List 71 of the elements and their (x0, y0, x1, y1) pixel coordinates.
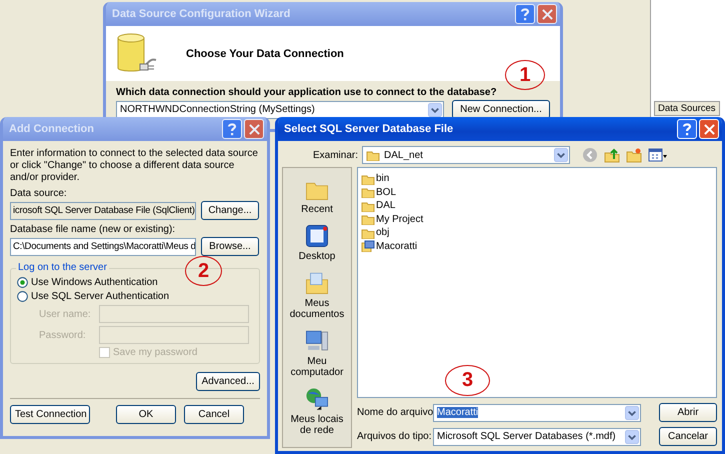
step-marker: 2 (185, 256, 222, 286)
file-item[interactable]: obj (361, 226, 713, 240)
data-source-field: icrosoft SQL Server Database File (SqlClient) (10, 202, 196, 220)
documents-icon (304, 270, 330, 296)
group-title: Log on to the server (16, 262, 109, 273)
network-icon (304, 386, 330, 412)
folder-icon (361, 186, 375, 198)
file-item[interactable]: DAL (361, 199, 713, 212)
back-icon[interactable] (582, 147, 598, 163)
folder-icon (366, 149, 380, 161)
field-label: User name: (39, 308, 92, 320)
places-item[interactable]: Recent (284, 176, 350, 215)
file-name: DAL (376, 200, 396, 212)
close-button[interactable] (699, 119, 719, 139)
step-marker: 1 (505, 60, 545, 90)
window-title: Data Source Configuration Wizard (112, 8, 292, 20)
file-name-field[interactable]: Macoratti (433, 404, 641, 422)
place-label: Meu computador (290, 356, 344, 378)
close-icon (704, 124, 714, 134)
file-type-dropdown[interactable]: Microsoft SQL Server Databases (*.mdf) (433, 428, 641, 446)
folder-icon (361, 213, 375, 226)
field-label: Which data connection should your application use to connect to the database? (116, 87, 498, 98)
file-name: obj (376, 227, 390, 238)
checkbox-label: Save my password (113, 347, 198, 358)
file-item[interactable]: bin (361, 172, 713, 186)
help-button[interactable] (677, 119, 697, 139)
folder-icon (361, 200, 375, 212)
step-marker: 3 (445, 365, 490, 396)
close-icon (248, 124, 260, 134)
radio-label: Use SQL Server Authentication (31, 291, 170, 302)
window-title: Select SQL Server Database File (284, 123, 454, 135)
places-item[interactable]: Meus documentos (284, 270, 350, 320)
folder-icon (361, 172, 375, 185)
folder-icon (361, 226, 375, 239)
description-text: Enter information to connect to the selected data source or click "Change" to choose a different data source and/or provider. (10, 148, 259, 184)
field-label: Database file name (new or existing): (10, 224, 176, 235)
project-icon (361, 240, 375, 252)
up-folder-icon[interactable] (604, 147, 620, 163)
help-icon (519, 7, 531, 21)
page-heading: Choose Your Data Connection (186, 48, 344, 60)
field-label: Examinar: (312, 150, 359, 160)
field-label: Data source: (10, 188, 68, 199)
file-name: Macoratti (376, 240, 418, 252)
radio-label: Use Windows Authentication (31, 277, 158, 288)
window-title: Add Connection (9, 123, 95, 135)
look-in-dropdown[interactable]: DAL_net (362, 146, 570, 164)
field-label: Nome do arquivo: (357, 407, 433, 418)
file-item[interactable]: My Project (361, 212, 713, 226)
place-label: Meus locais de rede (290, 414, 344, 436)
close-icon (542, 8, 552, 20)
new-folder-icon[interactable] (626, 147, 642, 163)
place-label: Desktop (298, 251, 336, 262)
help-icon (681, 122, 693, 136)
desktop-icon (304, 223, 330, 249)
field-label: Password: (39, 330, 87, 340)
cancel-button[interactable]: Cancelar (659, 427, 717, 446)
place-label: Recent (301, 204, 333, 215)
file-name: bin (376, 173, 390, 184)
places-item[interactable]: Desktop (284, 223, 350, 262)
file-item[interactable]: BOL (361, 186, 713, 199)
place-label: Meus documentos (288, 298, 346, 320)
places-item[interactable]: Meus locais de rede (284, 386, 350, 436)
panel-tab[interactable]: Data Sources (654, 101, 720, 116)
places-item[interactable]: Meu computador (284, 328, 350, 378)
field-label: Arquivos do tipo: (357, 431, 432, 442)
open-button[interactable]: Abrir (659, 403, 717, 422)
help-icon (226, 122, 238, 136)
file-item[interactable]: Macoratti (361, 240, 713, 253)
view-menu-icon[interactable] (648, 147, 668, 163)
file-name: BOL (376, 186, 396, 198)
file-name: My Project (376, 214, 424, 225)
